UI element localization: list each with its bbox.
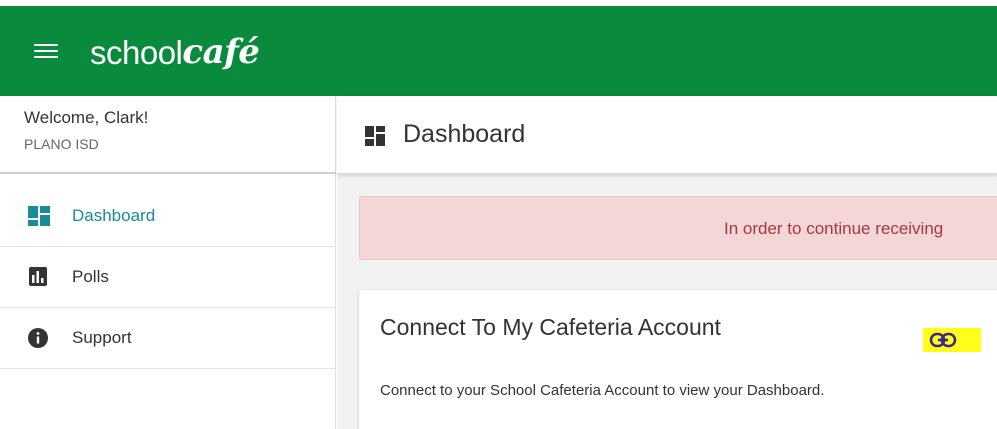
connect-account-button[interactable] xyxy=(923,328,981,352)
link-icon xyxy=(929,332,957,348)
sidebar-item-label: Polls xyxy=(72,267,109,286)
sidebar-item-support[interactable]: Support xyxy=(0,308,336,369)
sidebar: Welcome, Clark! PLANO ISD Dashboard Poll… xyxy=(0,96,336,429)
alert-banner: In order to continue receiving xyxy=(359,196,997,260)
hamburger-menu-icon[interactable] xyxy=(34,44,58,62)
sidebar-item-dashboard[interactable]: Dashboard xyxy=(0,186,336,247)
welcome-message: Welcome, Clark! xyxy=(24,108,149,127)
sidebar-item-polls[interactable]: Polls xyxy=(0,247,336,308)
card-title: Connect To My Cafeteria Account xyxy=(380,314,721,340)
logo-school-text: school xyxy=(90,34,183,71)
page-header: Dashboard xyxy=(337,96,997,174)
schoolcafe-logo[interactable]: school café xyxy=(90,32,260,72)
info-icon xyxy=(28,328,48,348)
logo-cafe-text: café xyxy=(182,32,260,72)
dashboard-icon xyxy=(28,206,50,226)
alert-message: In order to continue receiving xyxy=(724,219,944,238)
poll-icon xyxy=(29,267,47,286)
organization-name: PLANO ISD xyxy=(24,136,99,152)
welcome-panel: Welcome, Clark! PLANO ISD xyxy=(0,96,336,174)
app-header: school café xyxy=(0,6,997,96)
connect-account-card: Connect To My Cafeteria Account Connect … xyxy=(359,290,997,429)
page-title: Dashboard xyxy=(403,120,526,148)
main-content: Dashboard In order to continue receiving… xyxy=(337,96,997,429)
sidebar-item-label: Support xyxy=(72,328,132,347)
dashboard-icon xyxy=(365,126,385,146)
card-description: Connect to your School Cafeteria Account… xyxy=(380,382,825,399)
sidebar-item-label: Dashboard xyxy=(72,206,156,225)
